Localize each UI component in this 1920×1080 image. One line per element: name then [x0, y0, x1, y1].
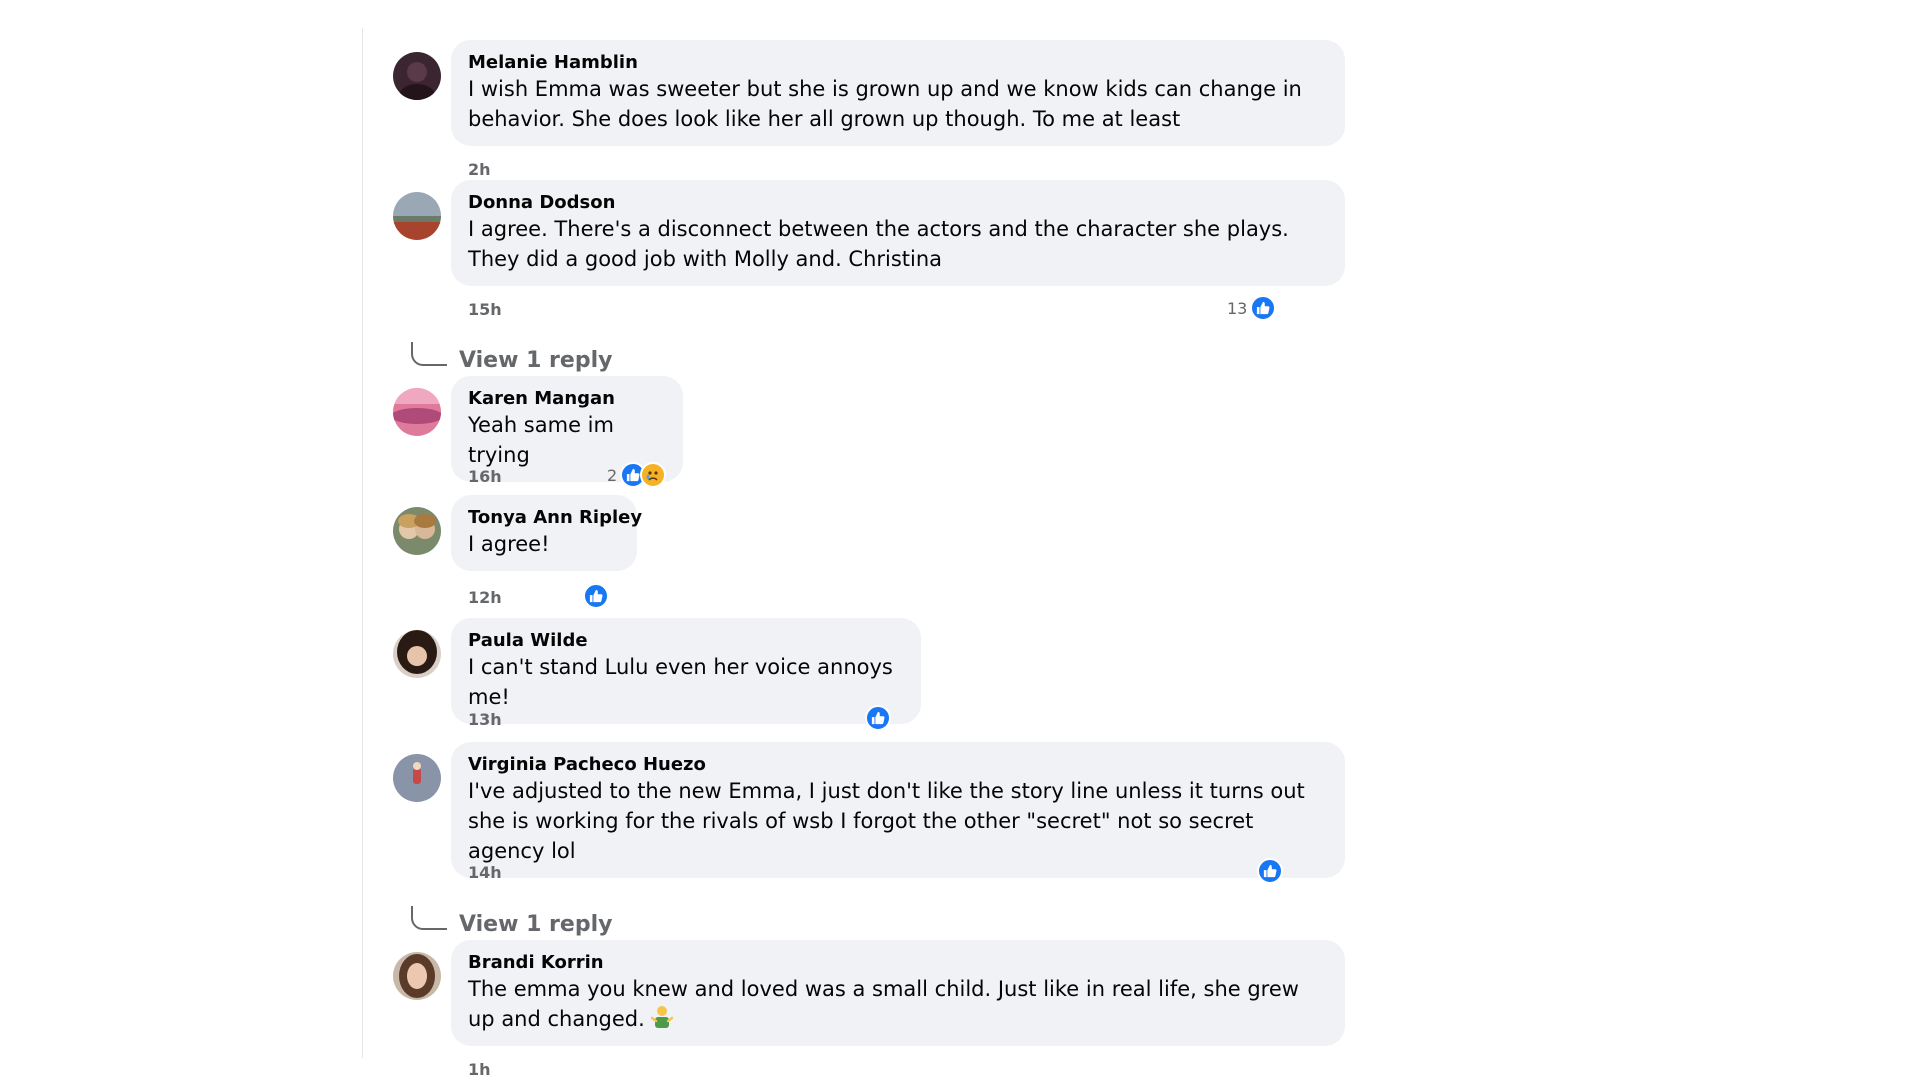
comment-bubble: Tonya Ann Ripley I agree!	[451, 495, 642, 571]
like-reaction-icon	[1250, 295, 1277, 321]
comment-text: I've adjusted to the new Emma, I just do…	[468, 779, 1305, 863]
sad-reaction-icon	[640, 462, 667, 488]
reaction-summary[interactable]: 2	[607, 461, 667, 489]
author-name[interactable]: Melanie Hamblin	[468, 52, 1328, 74]
reaction-summary[interactable]	[1257, 857, 1283, 885]
avatar[interactable]	[393, 192, 441, 240]
view-replies-label[interactable]: View 1 reply	[459, 348, 612, 373]
author-name[interactable]: Paula Wilde	[468, 630, 904, 652]
reaction-count: 2	[607, 465, 618, 485]
author-name[interactable]: Karen Mangan	[468, 388, 666, 410]
author-name[interactable]: Virginia Pacheco Huezo	[468, 754, 1328, 776]
reaction-summary[interactable]	[583, 582, 609, 610]
reply-connector	[411, 906, 447, 930]
reply-connector	[411, 342, 447, 366]
like-reaction-icon	[865, 705, 891, 731]
comment-timestamp[interactable]: 2h	[468, 160, 491, 179]
comment-timestamp[interactable]: 13h	[468, 710, 502, 729]
reaction-count: 13	[1227, 298, 1248, 318]
avatar[interactable]	[393, 52, 441, 100]
comment-text: The emma you knew and loved was a small …	[468, 974, 1328, 1034]
person-shrugging-emoji	[651, 1004, 674, 1030]
comment-text: I agree. There's a disconnect between th…	[468, 217, 1289, 271]
comment-bubble: Donna Dodson I agree. There's a disconne…	[451, 180, 1345, 286]
comment-bubble: Brandi Korrin The emma you knew and love…	[451, 940, 1345, 1046]
comment-bubble: Virginia Pacheco Huezo I've adjusted to …	[451, 742, 1345, 878]
avatar[interactable]	[393, 952, 441, 1000]
avatar[interactable]	[393, 507, 441, 555]
comment-timestamp[interactable]: 14h	[468, 863, 502, 882]
avatar[interactable]	[393, 754, 441, 802]
author-name[interactable]: Donna Dodson	[468, 192, 1328, 214]
comment-bubble: Paula Wilde I can't stand Lulu even her …	[451, 618, 921, 724]
reaction-summary[interactable]: 13	[1227, 294, 1277, 322]
comment-timestamp[interactable]: 15h	[468, 300, 502, 319]
comment-text-body: The emma you knew and loved was a small …	[468, 977, 1299, 1031]
comment-text: I can't stand Lulu even her voice annoys…	[468, 655, 893, 709]
comment-text: I wish Emma was sweeter but she is grown…	[468, 77, 1302, 131]
view-replies-label[interactable]: View 1 reply	[459, 912, 612, 937]
comment-timestamp[interactable]: 12h	[468, 588, 502, 607]
avatar[interactable]	[393, 388, 441, 436]
comment-bubble: Melanie Hamblin I wish Emma was sweeter …	[451, 40, 1345, 146]
reaction-summary[interactable]	[865, 704, 891, 732]
like-reaction-icon	[583, 583, 609, 609]
author-name[interactable]: Brandi Korrin	[468, 952, 1328, 974]
comment-timestamp[interactable]: 16h	[468, 467, 502, 486]
avatar[interactable]	[393, 630, 441, 678]
like-reaction-icon	[1257, 858, 1283, 884]
comment-timestamp[interactable]: 1h	[468, 1060, 491, 1079]
author-name[interactable]: Tonya Ann Ripley	[468, 507, 642, 529]
comment-text: I agree!	[468, 532, 550, 556]
comment-thread: Melanie Hamblin I wish Emma was sweeter …	[362, 28, 1363, 1079]
